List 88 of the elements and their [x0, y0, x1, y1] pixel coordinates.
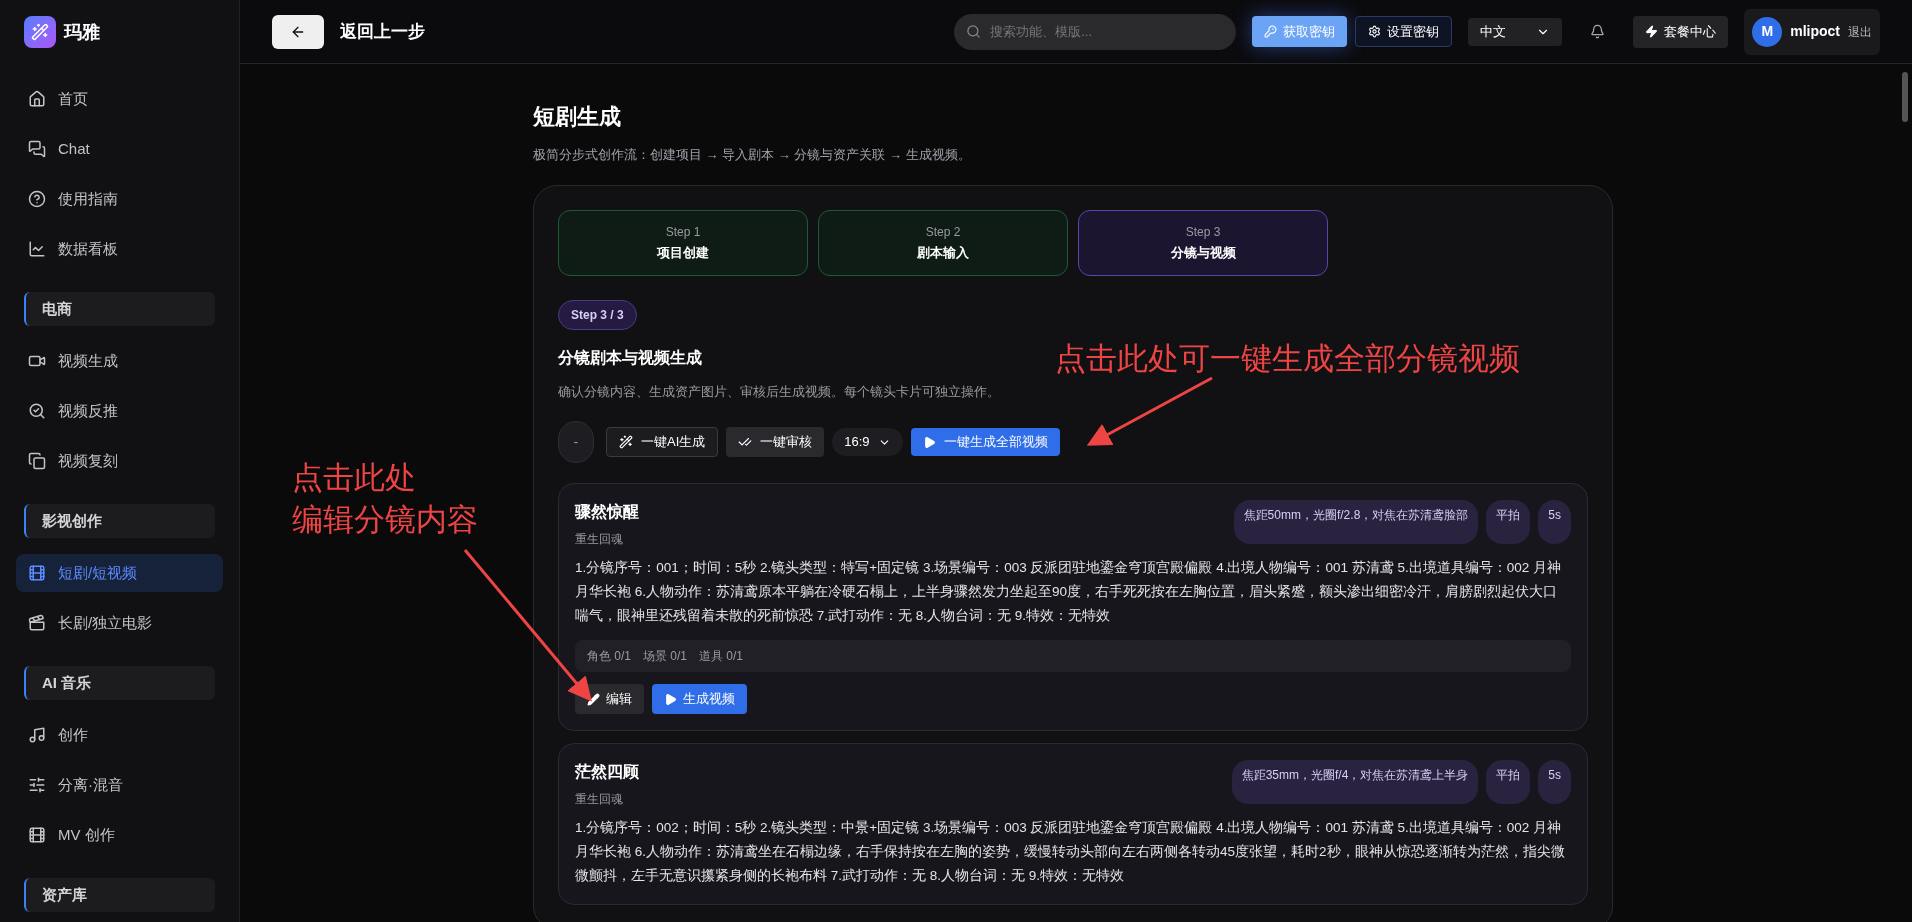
help-icon	[28, 190, 46, 208]
pencil-icon	[587, 692, 600, 706]
notification-bell-icon[interactable]	[1590, 24, 1606, 39]
shot-tag: 5s	[1538, 500, 1571, 544]
step-tab[interactable]: Step 2 剧本输入	[818, 209, 1068, 276]
step-tab[interactable]: Step 1 项目创建	[558, 209, 808, 276]
home-icon	[28, 90, 46, 108]
shot-title: 茫然四顾	[575, 762, 640, 782]
annotation-text: 点击此处	[292, 459, 416, 497]
user-name: mlipoct	[1790, 22, 1840, 41]
play-icon	[664, 692, 677, 706]
double-check-icon	[738, 435, 753, 449]
sidebar-item[interactable]: 视频反推	[16, 392, 223, 430]
asset-count: 道具 0/1	[699, 648, 744, 665]
brand-name: 玛雅	[64, 20, 100, 44]
logo-icon	[24, 16, 56, 48]
step-label: 项目创建	[657, 243, 709, 262]
search-icon	[28, 402, 46, 420]
shot-subtitle: 重生回魂	[575, 531, 624, 548]
chat-icon	[28, 140, 46, 158]
page-back-title: 返回上一步	[340, 20, 425, 43]
music-note-icon	[28, 726, 46, 744]
sidebar-section-header: 电商	[24, 292, 215, 326]
clapperboard-icon	[28, 614, 46, 632]
sidebar-item[interactable]: 创作	[16, 716, 223, 754]
sidebar-item[interactable]: MV 创作	[16, 816, 223, 854]
plans-button[interactable]: 套餐中心	[1633, 15, 1729, 48]
key-icon	[1264, 25, 1278, 38]
annotation-text: 点击此处可一键生成全部分镜视频	[1055, 340, 1520, 378]
search-field[interactable]: 搜索功能、模版...	[954, 13, 1237, 50]
ai-generate-button[interactable]: 一键AI生成	[606, 427, 719, 457]
edit-button[interactable]: 编辑	[575, 684, 644, 714]
shot-subtitle: 重生回魂	[575, 791, 624, 808]
step-label: 分镜与视频	[1170, 243, 1236, 262]
sidebar-item[interactable]: 长剧/独立电影	[16, 604, 223, 642]
step-number: Step 3	[1185, 223, 1221, 241]
lightning-icon	[1645, 25, 1659, 38]
aspect-ratio-select[interactable]: 16:9	[832, 428, 903, 456]
step-tab[interactable]: Step 3 分镜与视频	[1078, 209, 1328, 276]
sidebar-item[interactable]: 首页	[16, 80, 223, 118]
sidebar-item[interactable]: 视频复刻	[16, 442, 223, 480]
film-icon	[28, 564, 46, 582]
chart-icon	[28, 240, 46, 258]
page-subtitle: 极简分步式创作流：创建项目 → 导入剧本 → 分镜与资产关联 → 生成视频。	[533, 146, 972, 164]
shot-tag: 5s	[1538, 760, 1571, 804]
step-progress-badge: Step 3 / 3	[558, 299, 637, 330]
sidebar-item[interactable]: 数据看板	[16, 230, 223, 268]
sidebar-section-header: 资产库	[24, 878, 215, 912]
set-key-button[interactable]: 设置密钥	[1355, 16, 1453, 47]
shot-tag: 焦距50mm，光圈f/2.8，对焦在苏清鸢脸部	[1233, 500, 1479, 544]
copy-icon	[28, 452, 46, 470]
sidebar-item[interactable]: 视频生成	[16, 342, 223, 380]
asset-count: 角色 0/1	[587, 648, 631, 665]
step-number: Step 2	[925, 223, 961, 241]
film-icon	[28, 826, 46, 844]
shot-description: 1.分镜序号：001；时间：5秒 2.镜头类型：特写+固定镜 3.场景编号：003 反派团驻地鎏金穹顶宫殿偏殿 4.出境人物编号：001 苏清鸢 5.出境道具编号：002 月神月华长袍 6.人物动作：苏清鸢原本平躺在冷硬石榻上，上半身骤然发力坐起至90度，右手死死按在左胸位置，眉头紧蹙，额头渗出细密冷汗，肩膀剧烈起伏大口喘气，眼神里还残留着未散的死前惊恐 7.武打动作：无 8.人物台词：无 9.特效：无特效	[575, 559, 1563, 625]
magic-wand-icon	[619, 435, 633, 449]
generate-all-button[interactable]: 一键生成全部视频	[910, 428, 1060, 456]
play-icon	[922, 435, 936, 449]
shot-title: 骤然惊醒	[575, 502, 640, 522]
sidebar-section-header: AI 音乐	[24, 666, 215, 700]
search-icon	[966, 23, 982, 39]
section-title: 分镜剧本与视频生成	[558, 347, 702, 368]
page-title: 短剧生成	[533, 103, 622, 131]
annotation-text: 编辑分镜内容	[292, 501, 478, 539]
sidebar-item[interactable]: Chat	[16, 130, 223, 168]
page-scrollbar[interactable]	[1902, 72, 1908, 122]
logout-link[interactable]: 退出	[1848, 22, 1872, 41]
sidebar-item[interactable]: 分离·混音	[16, 766, 223, 804]
sidebar-item[interactable]: 使用指南	[16, 180, 223, 218]
shot-tag: 平拍	[1486, 500, 1531, 544]
review-button[interactable]: 一键审核	[726, 427, 825, 457]
collapse-button[interactable]: -	[558, 421, 594, 463]
sidebar-section-header: 影视创作	[24, 504, 215, 538]
shot-tag: 焦距35mm，光圈f/4，对焦在苏清鸢上半身	[1231, 760, 1479, 804]
generate-video-button[interactable]: 生成视频	[652, 684, 747, 714]
section-description: 确认分镜内容、生成资产图片、审核后生成视频。每个镜头卡片可独立操作。	[558, 382, 1001, 401]
asset-count: 场景 0/1	[643, 648, 688, 665]
language-select[interactable]: 中文	[1468, 17, 1563, 46]
sliders-icon	[28, 776, 46, 794]
shot-description: 1.分镜序号：002；时间：5秒 2.镜头类型：中景+固定镜 3.场景编号：003 反派团驻地鎏金穹顶宫殿偏殿 4.出境人物编号：001 苏清鸢 5.出境道具编号：002 月神月华长袍 6.人物动作：苏清鸢坐在石榻边缘，右手保持按在左胸的姿势，缓慢转动头部向左右两侧各转动45度张望，耗时2秒，眼神从惊恐逐渐转为茫然，指尖微微颤抖，左手无意识攥紧身侧的长袍布料 7.武打动作：无 8.人物台词：无 9.特效：无特效	[575, 819, 1566, 885]
step-label: 剧本输入	[917, 243, 969, 262]
sidebar-item[interactable]: 短剧/短视频	[16, 554, 223, 592]
user-avatar: M	[1752, 16, 1783, 47]
settings-icon	[1368, 25, 1382, 38]
shot-tag: 平拍	[1486, 760, 1531, 804]
back-button[interactable]	[272, 14, 324, 49]
step-number: Step 1	[665, 223, 701, 241]
